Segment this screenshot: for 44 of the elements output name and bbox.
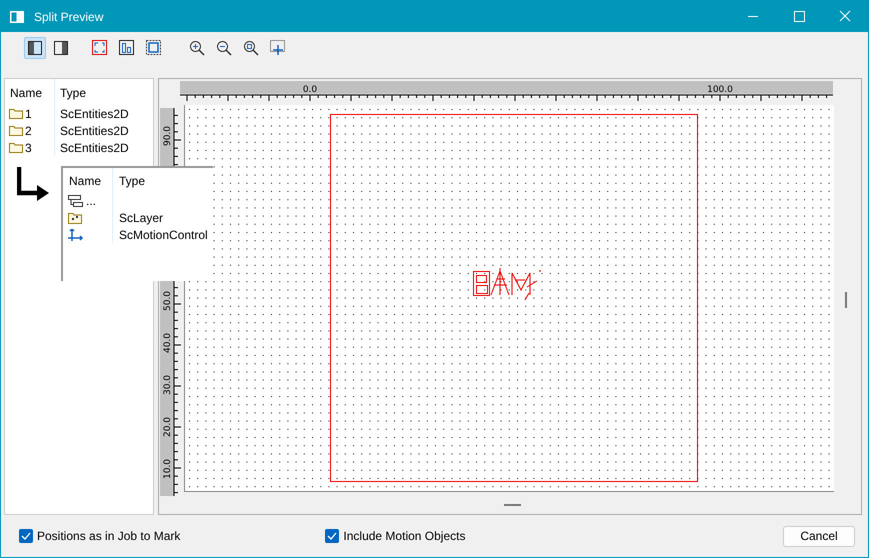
ruler-label: 50.0 (163, 290, 173, 312)
row-name[interactable]: ... (86, 194, 96, 208)
row-name[interactable]: 3 (25, 140, 32, 154)
layer-icon (68, 212, 84, 224)
ruler-label: 10.0 (163, 458, 173, 480)
cancel-button[interactable]: Cancel (783, 526, 855, 546)
arrow-icon (17, 167, 51, 203)
move-grid-icon[interactable] (270, 40, 286, 56)
hierarchy-icon (68, 194, 84, 206)
ruler-label: 30.0 (163, 374, 173, 396)
splitter-handle[interactable] (845, 292, 847, 308)
zoom-out-icon[interactable] (216, 40, 232, 56)
column-header: Type (59, 85, 88, 102)
columns-icon[interactable] (119, 40, 135, 56)
folder-icon (9, 142, 23, 153)
window-icon (10, 10, 24, 22)
row-type[interactable]: ScEntities2D (55, 105, 153, 122)
row-name[interactable]: 2 (25, 124, 32, 138)
ruler-label: 0.0 (302, 85, 318, 95)
window-title: Split Preview (34, 10, 104, 24)
ruler-label: 90.0 (163, 126, 173, 146)
ruler-label: 20.0 (163, 416, 173, 438)
row-type[interactable]: ScMotionControl (119, 228, 208, 242)
column-header: Type (118, 173, 146, 190)
overlapping-marks-drawing (473, 268, 542, 300)
ruler-label: 40.0 (163, 332, 173, 354)
row-type[interactable]: ScLayer (119, 210, 164, 224)
zoom-fit-icon[interactable] (243, 40, 259, 56)
ruler-label: 100.0 (707, 85, 733, 95)
column-header: Name (63, 168, 113, 192)
left-panel-layout-button[interactable] (24, 37, 46, 59)
row-name[interactable]: 1 (25, 106, 32, 120)
row-type[interactable]: ScEntities2D (55, 122, 153, 139)
checkbox[interactable] (325, 529, 340, 543)
zoom-in-icon[interactable] (189, 40, 205, 56)
folder-icon (9, 125, 23, 136)
fit-frame-icon[interactable] (92, 40, 108, 56)
folder-icon (9, 108, 23, 119)
selection-frame-icon[interactable] (146, 40, 162, 56)
splitter-handle[interactable] (504, 504, 521, 506)
column-header: Name (5, 79, 55, 105)
checkbox[interactable] (19, 529, 33, 543)
move-arrows-icon (68, 228, 84, 240)
row-type[interactable]: ScEntities2D (55, 139, 153, 156)
